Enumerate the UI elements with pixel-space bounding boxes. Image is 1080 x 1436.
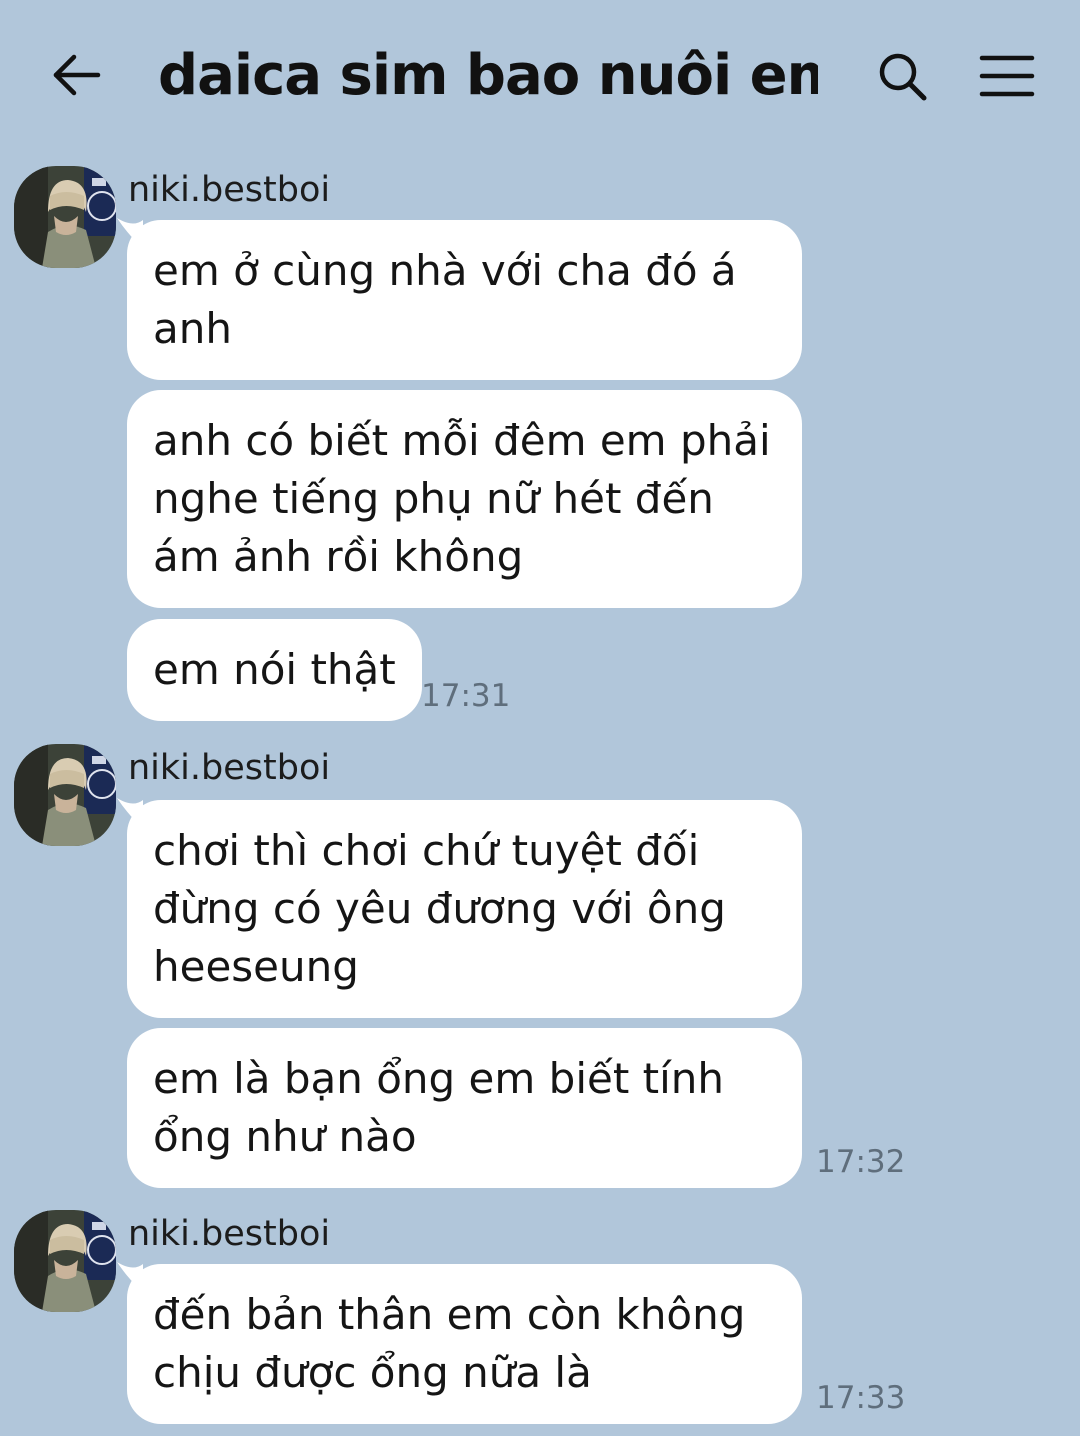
message-bubble[interactable]: đến bản thân em còn không chịu được ổng … <box>127 1264 802 1424</box>
timestamp: 17:33 <box>816 1380 906 1416</box>
message-bubble[interactable]: em nói thật <box>127 619 422 721</box>
avatar[interactable] <box>14 166 116 268</box>
sender-name: niki.bestboi <box>128 170 331 210</box>
avatar[interactable] <box>14 744 116 846</box>
top-bar: daica sim bao nuôi em đi... <box>0 0 1080 150</box>
timestamp: 17:32 <box>816 1144 906 1180</box>
timestamp: 17:31 <box>421 678 511 714</box>
menu-icon[interactable] <box>978 52 1036 100</box>
message-bubble[interactable]: em ở cùng nhà với cha đó á anh <box>127 220 802 380</box>
sender-name: niki.bestboi <box>128 748 331 788</box>
avatar[interactable] <box>14 1210 116 1312</box>
sender-name: niki.bestboi <box>128 1214 331 1254</box>
back-arrow-icon[interactable] <box>50 48 104 102</box>
search-icon[interactable] <box>874 48 930 104</box>
message-bubble[interactable]: chơi thì chơi chứ tuyệt đối đừng có yêu … <box>127 800 802 1018</box>
message-bubble[interactable]: anh có biết mỗi đêm em phải nghe tiếng p… <box>127 390 802 608</box>
chat-title: daica sim bao nuôi em đi... <box>158 43 818 108</box>
message-bubble[interactable]: em là bạn ổng em biết tính ổng như nào <box>127 1028 802 1188</box>
